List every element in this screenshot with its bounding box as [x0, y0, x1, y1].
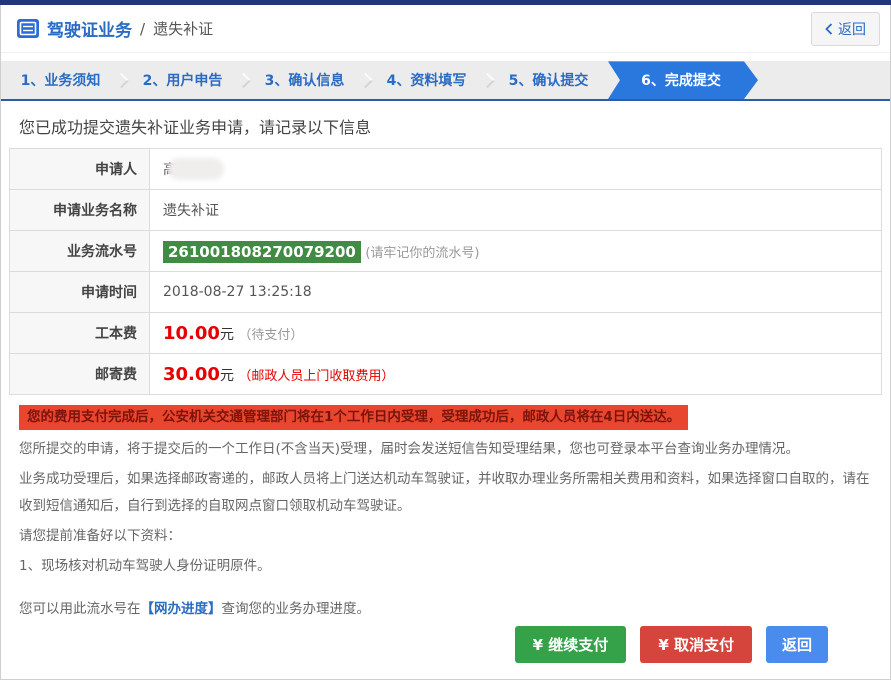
table-row-postage-fee: 邮寄费 30.00元 （邮政人员上门收取费用） — [9, 353, 882, 395]
step-progress-bar: 1、业务须知 2、用户申告 3、确认信息 4、资料填写 5、确认提交 6、完成提… — [1, 61, 890, 101]
info-table: 申请人 高 申请业务名称 遗失补证 业务流水号 2610018082700792… — [9, 148, 882, 395]
materials-heading: 请您提前准备好以下资料： — [19, 528, 181, 544]
table-row-business-name: 申请业务名称 遗失补证 — [9, 189, 882, 231]
breadcrumb: 驾驶证业务 / 遗失补证 — [17, 16, 213, 41]
row-label: 申请时间 — [9, 271, 150, 313]
step-3-confirm-info: 3、确认信息 — [264, 73, 345, 90]
row-label: 申请业务名称 — [9, 189, 150, 231]
row-label: 工本费 — [9, 312, 150, 354]
serial-number-badge: 261001808270079200 — [163, 240, 361, 263]
materials-item: 1、现场核对机动车驾驶人身份证明原件。 — [19, 558, 271, 574]
row-label: 业务流水号 — [9, 230, 150, 272]
step-4-fill-data: 4、资料填写 — [386, 73, 467, 90]
serial-number-value: 261001808270079200 (请牢记你的流水号) — [149, 230, 882, 272]
progress-note: 您可以用此流水号在【网办进度】查询您的业务办理进度。 — [19, 601, 370, 617]
step-5-confirm-submit: 5、确认提交 — [508, 73, 589, 90]
redaction-blur — [168, 158, 224, 180]
apply-time-value: 2018-08-27 13:25:18 — [149, 271, 882, 313]
page-container: 驾驶证业务 / 遗失补证 返回 1、业务须知 2、用户申告 3、确认信息 4、资… — [0, 5, 891, 680]
step-1-business-notice: 1、业务须知 — [20, 73, 101, 90]
step-6-complete-active: 6、完成提交 — [608, 61, 758, 99]
license-service-icon — [17, 19, 39, 39]
back-button-label: 返回 — [838, 21, 866, 38]
production-fee-value: 10.00元 （待支付） — [149, 312, 882, 354]
progress-link[interactable]: 【网办进度】 — [141, 601, 222, 617]
breadcrumb-current: 遗失补证 — [153, 20, 214, 39]
business-name-value: 遗失补证 — [149, 189, 882, 231]
fee-amount: 10.00 — [163, 322, 220, 344]
serial-number-note: (请牢记你的流水号) — [365, 245, 480, 261]
fee-status-note: （待支付） — [238, 327, 304, 343]
fee-amount: 30.00 — [163, 363, 220, 385]
row-label: 申请人 — [9, 148, 150, 190]
fee-unit: 元 — [219, 367, 234, 384]
postage-fee-value: 30.00元 （邮政人员上门收取费用） — [149, 353, 882, 395]
back-button[interactable]: 返回 — [811, 11, 880, 46]
cancel-payment-button[interactable]: ¥ 取消支付 — [640, 626, 752, 663]
table-row-applicant: 申请人 高 — [9, 148, 882, 190]
success-message: 您已成功提交遗失补证业务申请，请记录以下信息 — [19, 118, 372, 137]
alert-banner: 您的费用支付完成后，公安机关交通管理部门将在1个工作日内受理，受理成功后，邮政人… — [19, 405, 689, 430]
step-2-user-declaration: 2、用户申告 — [142, 73, 223, 90]
fee-unit: 元 — [219, 326, 234, 343]
chevron-left-icon — [825, 23, 833, 35]
page-title: 驾驶证业务 — [47, 21, 132, 42]
table-row-apply-time: 申请时间 2018-08-27 13:25:18 — [9, 271, 882, 313]
table-row-serial-number: 业务流水号 261001808270079200 (请牢记你的流水号) — [9, 230, 882, 272]
return-button[interactable]: 返回 — [765, 626, 828, 663]
content-area: 您已成功提交遗失补证业务申请，请记录以下信息 申请人 高 申请业务名称 遗失补证… — [1, 101, 890, 626]
page-header: 驾驶证业务 / 遗失补证 返回 — [1, 5, 890, 54]
instruction-paragraph: 业务成功受理后，如果选择邮政寄递的，邮政人员将上门送达机动车驾驶证，并收取办理业… — [19, 471, 870, 514]
table-row-production-fee: 工本费 10.00元 （待支付） — [9, 312, 882, 354]
instruction-paragraph: 您所提交的申请，将于提交后的一个工作日(不含当天)受理，届时会发送短信告知受理结… — [19, 441, 800, 457]
continue-payment-button[interactable]: ¥ 继续支付 — [514, 626, 627, 663]
applicant-value: 高 — [149, 148, 882, 190]
row-label: 邮寄费 — [9, 353, 150, 395]
action-bar: ¥ 继续支付 ¥ 取消支付 返回 — [1, 626, 890, 679]
fee-collection-note: （邮政人员上门收取费用） — [238, 368, 395, 384]
breadcrumb-separator: / — [140, 19, 146, 38]
